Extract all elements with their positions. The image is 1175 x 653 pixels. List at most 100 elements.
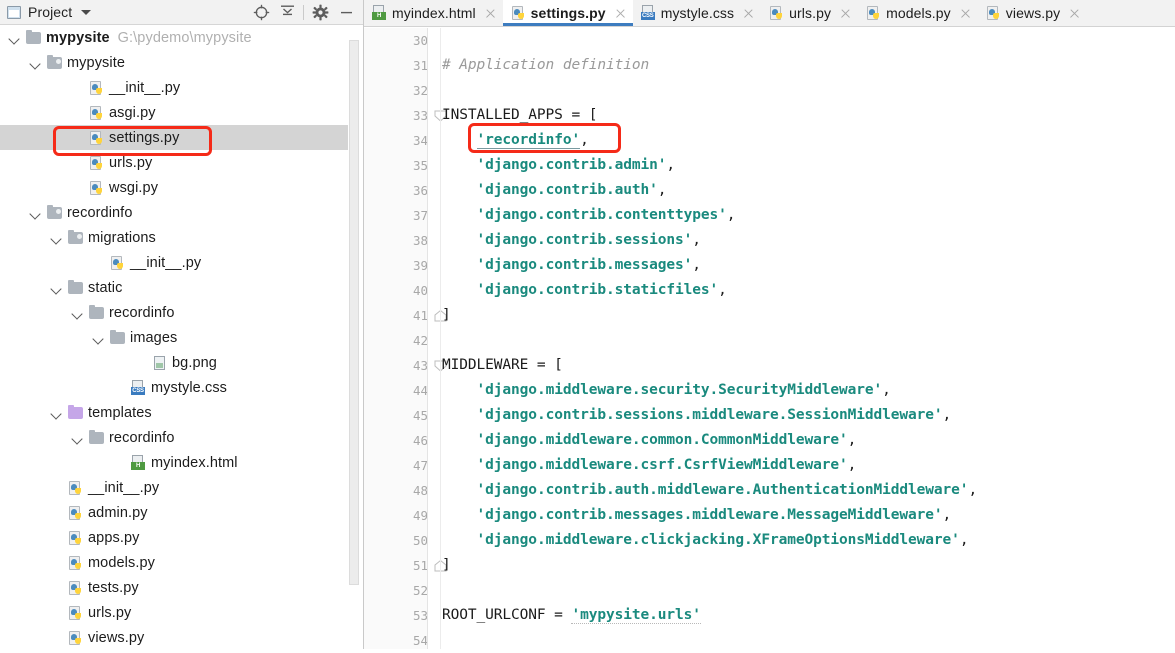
close-icon[interactable] xyxy=(484,7,497,20)
tree-item-urls-py[interactable]: urls.py xyxy=(0,600,348,625)
code-line[interactable]: 'django.contrib.sessions', xyxy=(442,228,701,253)
tree-arrow-placeholder xyxy=(50,525,63,550)
chevron-down-icon[interactable] xyxy=(50,400,63,425)
project-scrollbar-thumb[interactable] xyxy=(349,40,359,585)
chevron-down-icon[interactable] xyxy=(50,275,63,300)
editor-tab-urls-py[interactable]: urls.py xyxy=(761,0,858,26)
tree-item-models-py[interactable]: models.py xyxy=(0,550,348,575)
tree-item-tests-py[interactable]: tests.py xyxy=(0,575,348,600)
tree-item-label: admin.py xyxy=(88,504,148,521)
code-token: 'django.middleware.csrf.CsrfViewMiddlewa… xyxy=(476,457,848,473)
chevron-down-icon[interactable] xyxy=(71,300,84,325)
editor-gutter[interactable]: 30 31 32 33 34 35 36 37 38 39 40 41 42 43 44 45 46 47 48 49… xyxy=(364,28,447,649)
code-line[interactable]: ] xyxy=(442,553,451,578)
tree-item-mypysite[interactable]: mypysite xyxy=(0,50,348,75)
code-line[interactable]: 'django.middleware.common.CommonMiddlewa… xyxy=(442,428,857,453)
code-line[interactable]: ] xyxy=(442,303,451,328)
gear-icon[interactable] xyxy=(307,0,333,25)
tree-arrow-placeholder xyxy=(50,475,63,500)
tree-item-init-py[interactable]: __init__.py xyxy=(0,250,348,275)
chevron-down-icon[interactable] xyxy=(71,425,84,450)
tree-arrow-placeholder xyxy=(50,625,63,649)
code-line[interactable]: ROOT_URLCONF = 'mypysite.urls' xyxy=(442,603,701,628)
python-file-icon xyxy=(867,5,881,21)
tree-item-label: bg.png xyxy=(172,354,217,371)
tree-arrow-placeholder xyxy=(71,100,84,125)
tree-arrow-placeholder xyxy=(50,500,63,525)
tree-item-static[interactable]: static xyxy=(0,275,348,300)
code-line[interactable]: 'django.contrib.staticfiles', xyxy=(442,278,727,303)
close-icon[interactable] xyxy=(742,7,755,20)
line-number: 39 xyxy=(412,258,428,273)
editor-tab-settings-py[interactable]: settings.py xyxy=(502,0,633,26)
tree-item-settings-py[interactable]: settings.py xyxy=(0,125,348,150)
chevron-down-icon[interactable] xyxy=(8,25,21,50)
tree-item-migrations[interactable]: migrations xyxy=(0,225,348,250)
code-line[interactable]: 'django.contrib.messages.middleware.Mess… xyxy=(442,503,952,528)
code-content[interactable]: # Application definition INSTALLED_APPS =… xyxy=(442,28,1175,649)
editor-tab-mystyle-css[interactable]: CSS mystyle.css xyxy=(633,0,761,26)
tree-item-images[interactable]: images xyxy=(0,325,348,350)
editor-tab-myindex-html[interactable]: Hmyindex.html xyxy=(364,0,503,26)
editor-tab-models-py[interactable]: models.py xyxy=(858,0,978,26)
code-line[interactable]: 'recordinfo', xyxy=(442,128,589,153)
code-line[interactable]: 'django.contrib.sessions.middleware.Sess… xyxy=(442,403,952,428)
code-line[interactable]: 'django.middleware.csrf.CsrfViewMiddlewa… xyxy=(442,453,857,478)
code-line[interactable]: MIDDLEWARE = [ xyxy=(442,353,563,378)
tree-item-bg-png[interactable]: bg.png xyxy=(0,350,348,375)
chevron-down-icon[interactable] xyxy=(50,225,63,250)
code-line[interactable]: 'django.middleware.clickjacking.XFrameOp… xyxy=(442,528,969,553)
line-number: 32 xyxy=(412,83,428,98)
tree-item-recordinfo[interactable]: recordinfo xyxy=(0,425,348,450)
collapse-all-icon[interactable] xyxy=(274,0,300,25)
code-line[interactable]: 'django.contrib.admin', xyxy=(442,153,676,178)
tree-item-mystyle-css[interactable]: CSS mystyle.css xyxy=(0,375,348,400)
tree-item-recordinfo[interactable]: recordinfo xyxy=(0,200,348,225)
chevron-down-icon[interactable] xyxy=(92,325,105,350)
code-line[interactable]: # Application definition xyxy=(442,53,649,78)
tree-item-templates[interactable]: templates xyxy=(0,400,348,425)
tree-item-views-py[interactable]: views.py xyxy=(0,625,348,649)
code-token: INSTALLED_APPS = [ xyxy=(442,107,598,123)
code-line[interactable]: 'django.contrib.auth.middleware.Authenti… xyxy=(442,478,978,503)
close-icon[interactable] xyxy=(959,7,972,20)
project-file-tree[interactable]: mypysite G:\pydemo\mypysite mypysite __init… xyxy=(0,25,348,649)
chevron-down-icon[interactable] xyxy=(29,50,42,75)
close-icon[interactable] xyxy=(614,7,627,20)
tree-item-myindex-html[interactable]: Hmyindex.html xyxy=(0,450,348,475)
code-token: , xyxy=(657,182,667,198)
code-line[interactable]: 'django.contrib.messages', xyxy=(442,253,701,278)
close-icon[interactable] xyxy=(839,7,852,20)
code-token: ] xyxy=(442,307,451,323)
tree-item-init-py[interactable]: __init__.py xyxy=(0,475,348,500)
tree-item-wsgi-py[interactable]: wsgi.py xyxy=(0,175,348,200)
code-token: 'django.middleware.common.CommonMiddlewa… xyxy=(476,432,848,448)
close-icon[interactable] xyxy=(1068,7,1081,20)
code-line[interactable]: 'django.contrib.auth', xyxy=(442,178,667,203)
tree-item-asgi-py[interactable]: asgi.py xyxy=(0,100,348,125)
tree-item-admin-py[interactable]: admin.py xyxy=(0,500,348,525)
tree-item-urls-py[interactable]: urls.py xyxy=(0,150,348,175)
code-line[interactable]: 'django.middleware.security.SecurityMidd… xyxy=(442,378,891,403)
editor-tab-views-py[interactable]: views.py xyxy=(978,0,1087,26)
tree-arrow-placeholder xyxy=(92,250,105,275)
chevron-down-icon[interactable] xyxy=(29,200,42,225)
line-number: 40 xyxy=(412,283,428,298)
code-line[interactable]: INSTALLED_APPS = [ xyxy=(442,103,597,128)
tree-item-mypysite[interactable]: mypysite G:\pydemo\mypysite xyxy=(0,25,348,50)
code-line[interactable]: 'django.contrib.contenttypes', xyxy=(442,203,736,228)
folder-icon xyxy=(26,29,41,44)
tree-arrow-placeholder xyxy=(71,150,84,175)
tree-item-apps-py[interactable]: apps.py xyxy=(0,525,348,550)
chevron-down-icon[interactable] xyxy=(81,9,92,15)
python-file-icon xyxy=(69,605,83,621)
tree-item-recordinfo[interactable]: recordinfo xyxy=(0,300,348,325)
minimize-icon[interactable] xyxy=(333,0,359,25)
locate-icon[interactable] xyxy=(248,0,274,25)
line-number: 36 xyxy=(412,183,428,198)
tree-arrow-placeholder xyxy=(134,350,147,375)
python-file-icon xyxy=(986,5,1001,21)
tree-item-init-py[interactable]: __init__.py xyxy=(0,75,348,100)
